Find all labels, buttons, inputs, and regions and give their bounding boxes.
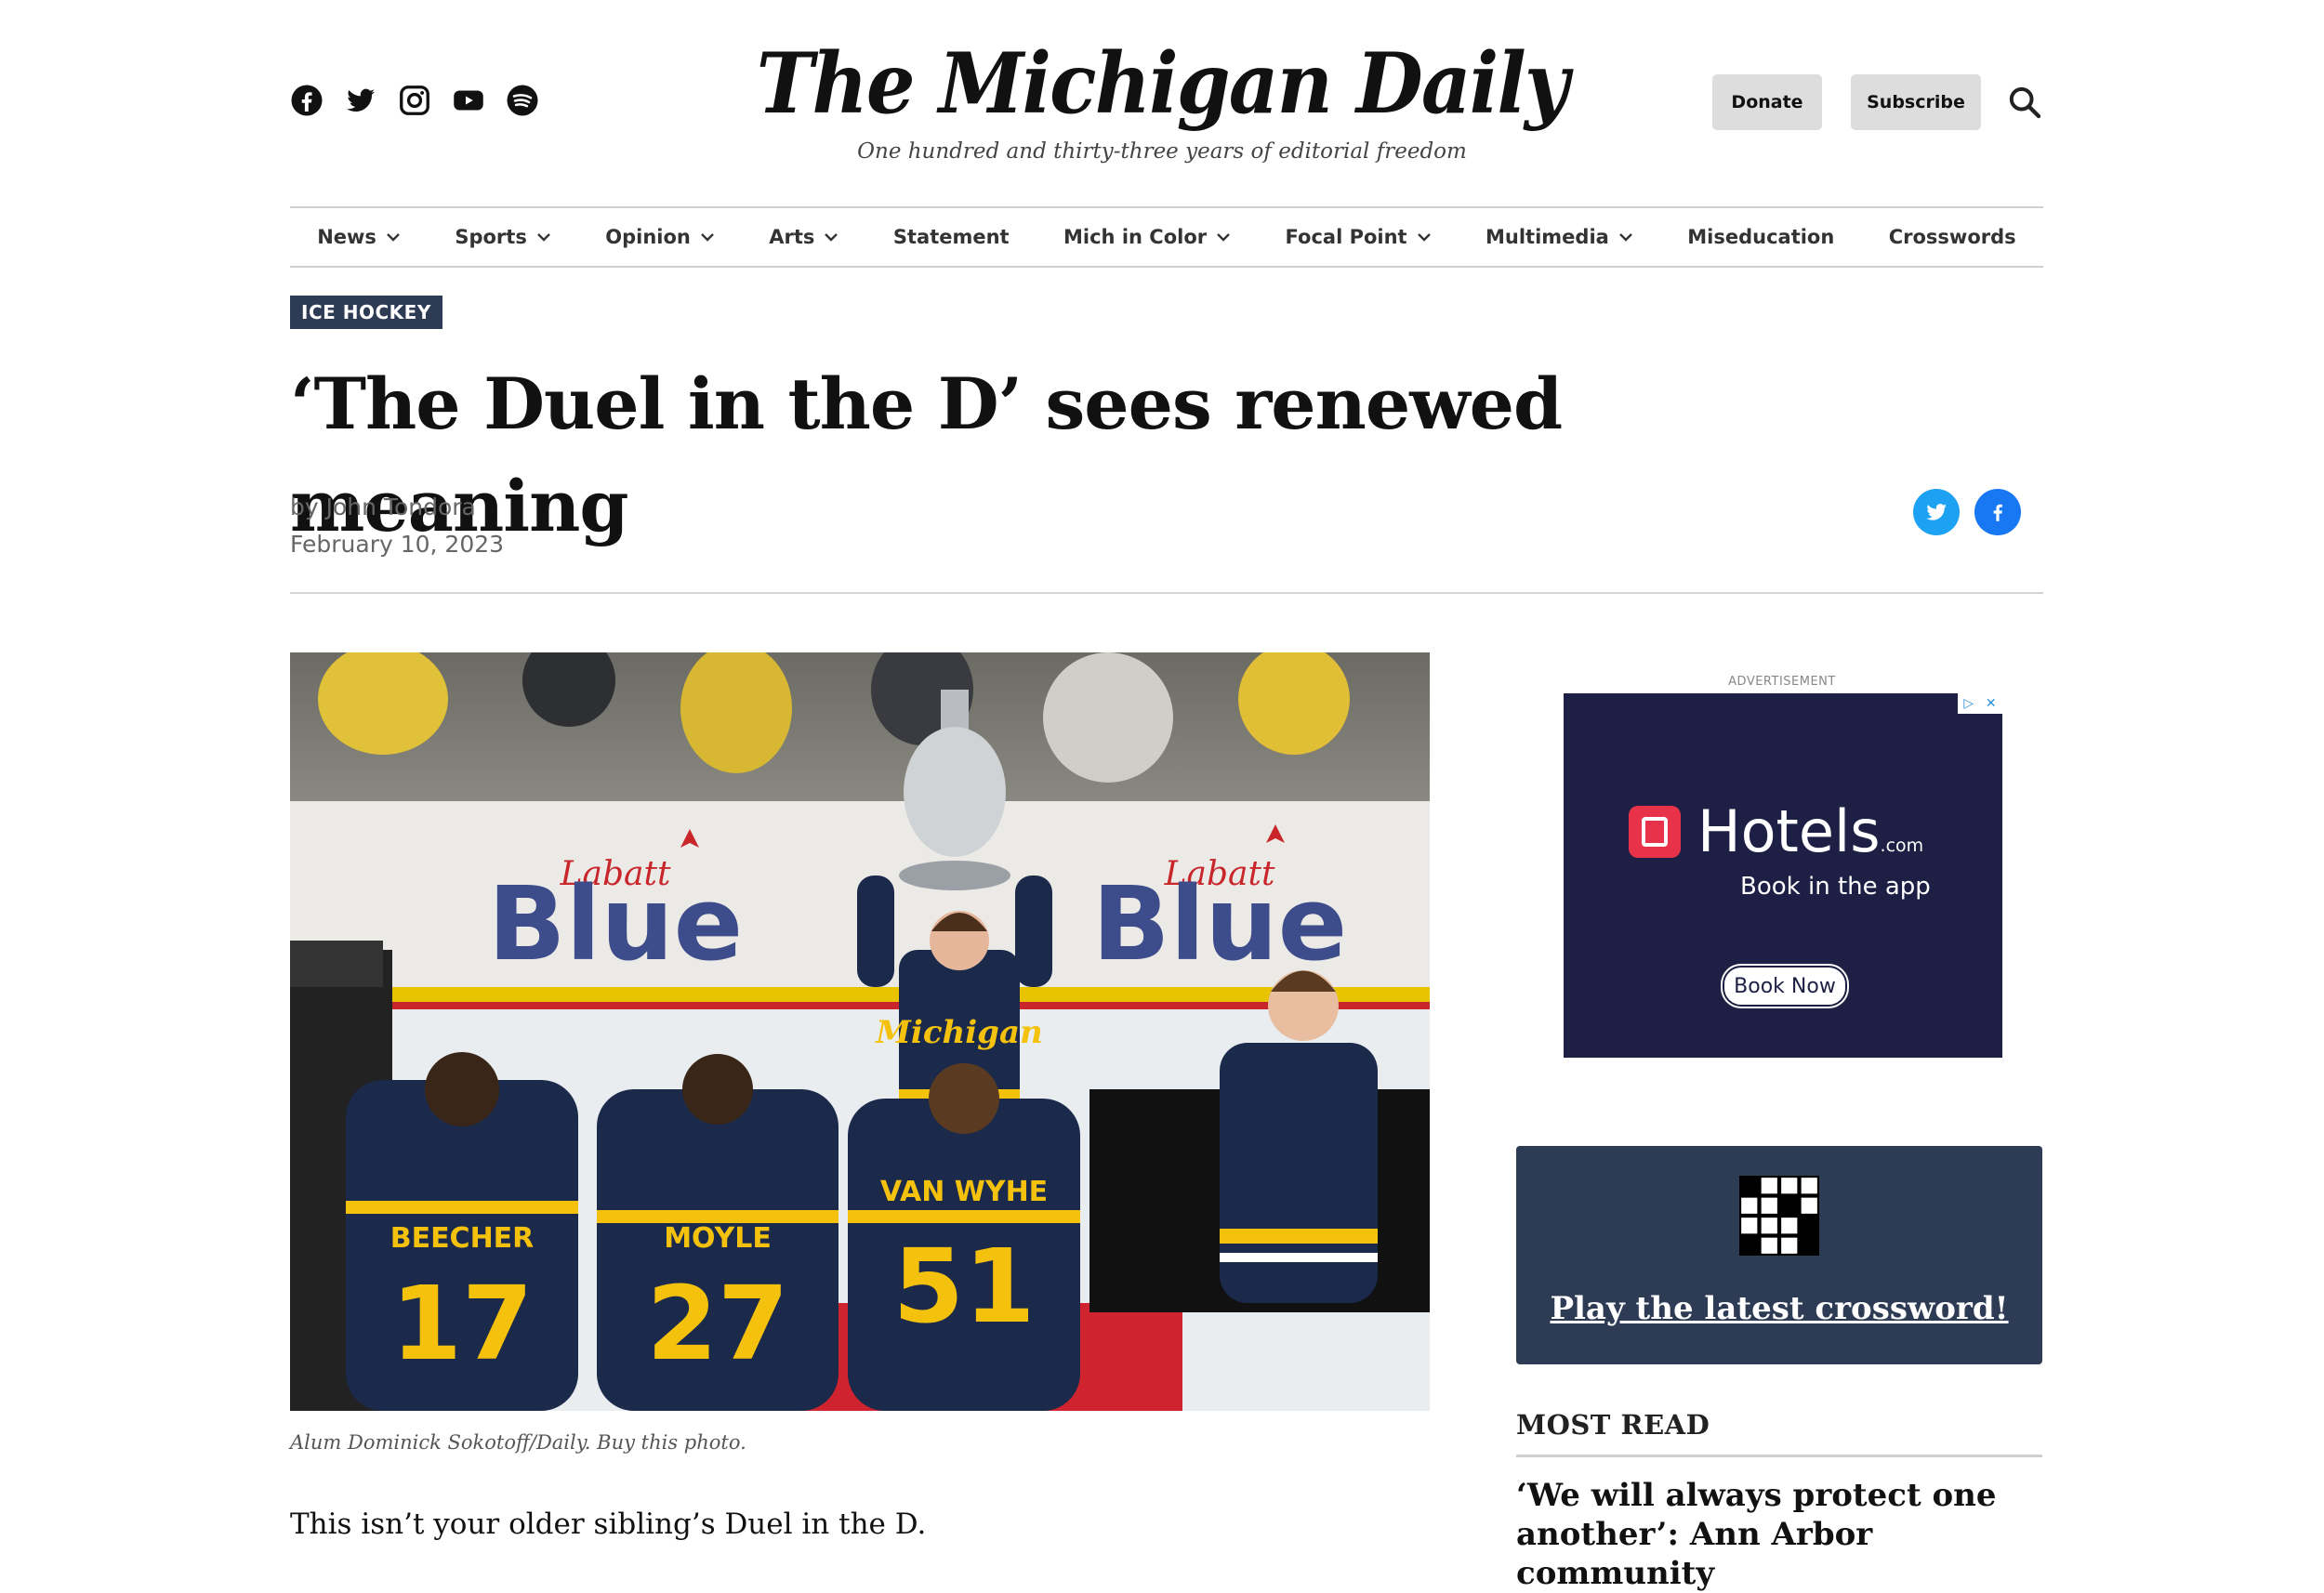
jersey-name-2: MOYLE (664, 1222, 772, 1255)
nav-item-multimedia[interactable]: Multimedia (1486, 226, 1633, 248)
jersey-name-3: VAN WYHE (880, 1176, 1048, 1208)
hotels-logo-icon (1629, 805, 1681, 858)
crossword-grid-icon (1739, 1176, 1819, 1256)
nav-item-label: Statement (892, 226, 1010, 248)
social-links (290, 84, 539, 117)
jersey-number-3: 51 (892, 1227, 1035, 1346)
nav-item-label: Miseducation (1687, 226, 1835, 248)
ad-label: ADVERTISEMENT (1728, 675, 1836, 689)
nav-item-label: News (317, 226, 376, 248)
byline: by John Tondora February 10, 2023 (290, 489, 504, 563)
instagram-icon[interactable] (398, 84, 431, 117)
crossword-link[interactable]: Play the latest crossword! (1516, 1290, 2042, 1327)
site-title[interactable]: The Michigan Daily (692, 37, 1632, 130)
nav-item-label: Crosswords (1888, 226, 2016, 248)
nav-item-label: Arts (769, 226, 815, 248)
divider (290, 592, 2043, 594)
facebook-icon (1993, 504, 2002, 521)
share-buttons (1913, 489, 2021, 535)
author-link[interactable]: John Tondora (326, 494, 476, 520)
ad-brand: Hotels.com (1697, 797, 1924, 865)
chevron-down-icon (1217, 233, 1230, 242)
main-nav: News Sports Opinion Arts Statement Mich … (290, 206, 2043, 268)
twitter-icon[interactable] (344, 84, 377, 117)
masthead[interactable]: The Michigan Daily One hundred and thirt… (651, 37, 1673, 164)
article-photo[interactable]: Labatt Blue Labatt Blue Michigan BEECHER… (290, 652, 1430, 1411)
article-headline: ‘The Duel in the D’ sees renewed meaning (290, 362, 1563, 547)
donate-button[interactable]: Donate (1712, 74, 1822, 130)
chevron-down-icon (1618, 233, 1632, 242)
adchoices-icon[interactable]: ▷ ✕ (1958, 693, 2002, 714)
board-word-left: Blue (488, 864, 743, 983)
twitter-icon (1926, 504, 1947, 520)
nav-item-arts[interactable]: Arts (769, 226, 838, 248)
ad-cta-button[interactable]: Book Now (1723, 966, 1847, 1007)
ad-brand-suffix: .com (1880, 836, 1924, 856)
chevron-down-icon (387, 233, 400, 242)
subscribe-button[interactable]: Subscribe (1851, 74, 1981, 130)
ad-brand-row: Hotels.com (1629, 797, 1923, 865)
divider (1516, 1455, 2042, 1457)
photo-caption: Alum Dominick Sokotoff/Daily. Buy this p… (290, 1431, 746, 1454)
share-twitter-button[interactable] (1913, 489, 1960, 535)
ad-tagline: Book in the app (1740, 873, 1931, 901)
category-tag[interactable]: ICE HOCKEY (290, 296, 442, 329)
nav-item-statement[interactable]: Statement (893, 226, 1010, 248)
chevron-down-icon (536, 233, 550, 242)
nav-item-label: Multimedia (1486, 226, 1609, 248)
nav-item-label: Sports (455, 226, 527, 248)
nav-item-sports[interactable]: Sports (455, 226, 550, 248)
chevron-down-icon (701, 233, 714, 242)
nav-item-miseducation[interactable]: Miseducation (1687, 226, 1834, 248)
search-icon[interactable] (2006, 84, 2043, 121)
nav-item-crosswords[interactable]: Crosswords (1889, 226, 2016, 248)
article-lede: This isn’t your older sibling’s Duel in … (290, 1507, 927, 1541)
nav-item-opinion[interactable]: Opinion (605, 226, 715, 248)
board-word-right: Blue (1092, 864, 1347, 983)
site-tagline: One hundred and thirty-three years of ed… (857, 139, 1467, 164)
jersey-script: Michigan (875, 1014, 1042, 1051)
publish-date: February 10, 2023 (290, 531, 505, 558)
byline-prefix: by (290, 494, 326, 520)
most-read-heading: MOST READ (1516, 1409, 1710, 1441)
crossword-promo[interactable]: Play the latest crossword! (1516, 1146, 2042, 1364)
chevron-down-icon (825, 233, 838, 242)
nav-item-news[interactable]: News (317, 226, 401, 248)
jersey-name-1: BEECHER (390, 1222, 535, 1255)
nav-item-mich-in-color[interactable]: Mich in Color (1063, 226, 1231, 248)
nav-item-label: Focal Point (1285, 226, 1407, 248)
spotify-icon[interactable] (506, 84, 539, 117)
youtube-icon[interactable] (452, 84, 485, 117)
jersey-number-1: 17 (390, 1264, 533, 1383)
nav-item-label: Mich in Color (1063, 226, 1208, 248)
share-facebook-button[interactable] (1974, 489, 2021, 535)
facebook-icon[interactable] (290, 84, 324, 117)
nav-item-focal-point[interactable]: Focal Point (1286, 226, 1432, 248)
hockey-celebration-image: Labatt Blue Labatt Blue Michigan BEECHER… (290, 652, 1430, 1411)
chevron-down-icon (1417, 233, 1431, 242)
jersey-number-2: 27 (646, 1264, 788, 1383)
most-read-item[interactable]: ‘We will always protect one another’: An… (1516, 1476, 2042, 1593)
advertisement[interactable]: ▷ ✕ Hotels.com Book in the app Book Now (1564, 693, 2002, 1058)
nav-item-label: Opinion (605, 226, 691, 248)
